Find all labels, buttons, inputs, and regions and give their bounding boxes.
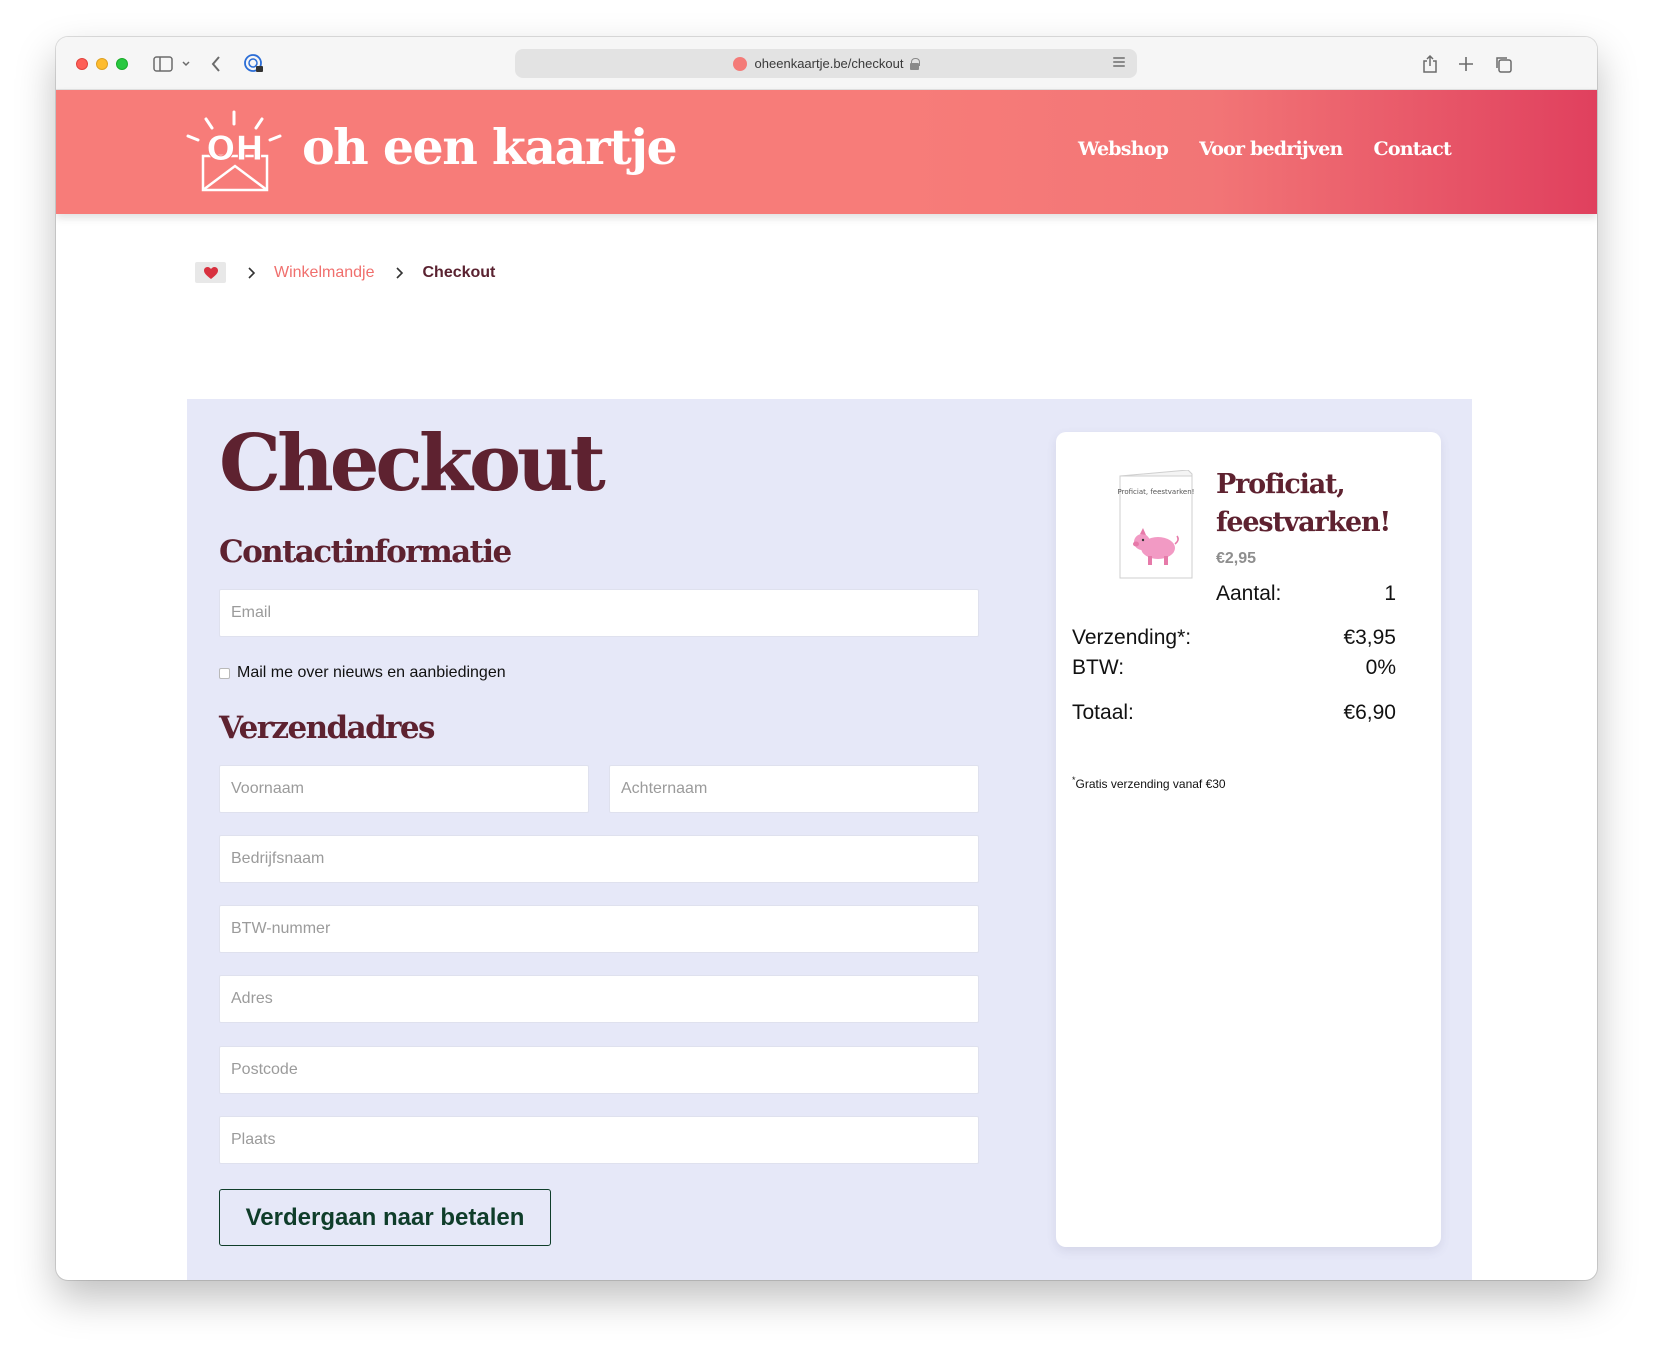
- newsletter-label: Mail me over nieuws en aanbiedingen: [237, 664, 506, 681]
- postcode-field[interactable]: [219, 1046, 979, 1094]
- city-field[interactable]: [219, 1116, 979, 1164]
- product-name[interactable]: Proficiat, feestvarken!: [1216, 466, 1426, 542]
- lock-icon: [910, 58, 921, 70]
- nav-link-voor-bedrijven[interactable]: Voor bedrijven: [1199, 138, 1343, 160]
- product-card-image[interactable]: Proficiat, feestvarken!: [1118, 470, 1194, 580]
- quantity-value: 1: [1384, 582, 1396, 605]
- continue-to-payment-button[interactable]: Verdergaan naar betalen: [219, 1189, 551, 1246]
- order-summary: Proficiat, feestvarken! Proficiat, feest…: [1056, 432, 1441, 1247]
- shipping-cost-row: Verzending*: €3,95: [1072, 626, 1396, 650]
- page-title: Checkout: [219, 418, 606, 509]
- browser-toolbar: oheenkaartje.be/checkout: [56, 37, 1597, 90]
- address-bar[interactable]: oheenkaartje.be/checkout: [515, 49, 1137, 78]
- newsletter-option[interactable]: Mail me over nieuws en aanbiedingen: [219, 664, 506, 682]
- total-value: €6,90: [1343, 701, 1396, 724]
- breadcrumb-current: Checkout: [422, 263, 496, 281]
- breadcrumb: Winkelmandje Checkout: [195, 262, 495, 283]
- reader-mode-icon[interactable]: [1113, 57, 1125, 69]
- card-image-caption: Proficiat, feestvarken!: [1118, 488, 1194, 496]
- tab-overview-icon[interactable]: [1492, 51, 1514, 77]
- envelope-logo-icon[interactable]: OH: [184, 110, 284, 194]
- privacy-report-icon[interactable]: [242, 51, 266, 77]
- total-label: Totaal:: [1072, 701, 1134, 724]
- share-icon[interactable]: [1420, 51, 1440, 77]
- breadcrumb-winkelmandje[interactable]: Winkelmandje: [274, 264, 374, 282]
- nav-link-webshop[interactable]: Webshop: [1078, 138, 1169, 160]
- vat-number-field[interactable]: [219, 905, 979, 953]
- newsletter-checkbox[interactable]: [219, 667, 230, 679]
- footnote-text: Gratis verzending vanaf €30: [1075, 777, 1226, 791]
- maximize-window-button[interactable]: [116, 58, 128, 70]
- breadcrumb-home-heart-icon[interactable]: [195, 262, 226, 283]
- quantity-row: Aantal: 1: [1216, 582, 1396, 606]
- close-window-button[interactable]: [76, 58, 88, 70]
- address-field[interactable]: [219, 975, 979, 1023]
- firstname-field[interactable]: [219, 765, 589, 813]
- new-tab-plus-icon[interactable]: [1456, 51, 1476, 77]
- checkout-panel: Checkout Contactinformatie Mail me over …: [187, 399, 1472, 1280]
- product-price: €2,95: [1216, 550, 1257, 567]
- chevron-down-icon[interactable]: [180, 51, 192, 77]
- nav-link-contact[interactable]: Contact: [1374, 138, 1452, 160]
- minimize-window-button[interactable]: [96, 58, 108, 70]
- vat-label: BTW:: [1072, 656, 1125, 679]
- shipping-value: €3,95: [1343, 626, 1396, 649]
- main-nav: Webshop Voor bedrijven Contact: [1078, 138, 1452, 160]
- company-field[interactable]: [219, 835, 979, 883]
- site-favicon-icon: [732, 56, 747, 71]
- chevron-right-icon: [247, 266, 256, 280]
- back-arrow-icon[interactable]: [206, 51, 226, 77]
- browser-window: oheenkaartje.be/checkout OH oh een kaart…: [56, 37, 1597, 1280]
- email-field[interactable]: [219, 589, 979, 637]
- total-row: Totaal: €6,90: [1072, 701, 1396, 725]
- url-text: oheenkaartje.be/checkout: [754, 56, 904, 71]
- chevron-right-icon: [395, 266, 404, 280]
- shipping-footnote: *Gratis verzending vanaf €30: [1072, 775, 1226, 791]
- shipping-section-title: Verzendadres: [219, 710, 435, 746]
- logo-oh-text: OH: [206, 129, 263, 169]
- quantity-label: Aantal:: [1216, 582, 1282, 605]
- lastname-field[interactable]: [609, 765, 979, 813]
- sidebar-toggle-icon[interactable]: [152, 51, 174, 77]
- vat-value: 0%: [1365, 656, 1396, 679]
- contact-section-title: Contactinformatie: [219, 534, 512, 570]
- shipping-label: Verzending*:: [1072, 626, 1192, 649]
- vat-row: BTW: 0%: [1072, 656, 1396, 680]
- site-header: OH oh een kaartje Webshop Voor bedrijven…: [56, 90, 1597, 214]
- brand-name[interactable]: oh een kaartje: [302, 118, 678, 176]
